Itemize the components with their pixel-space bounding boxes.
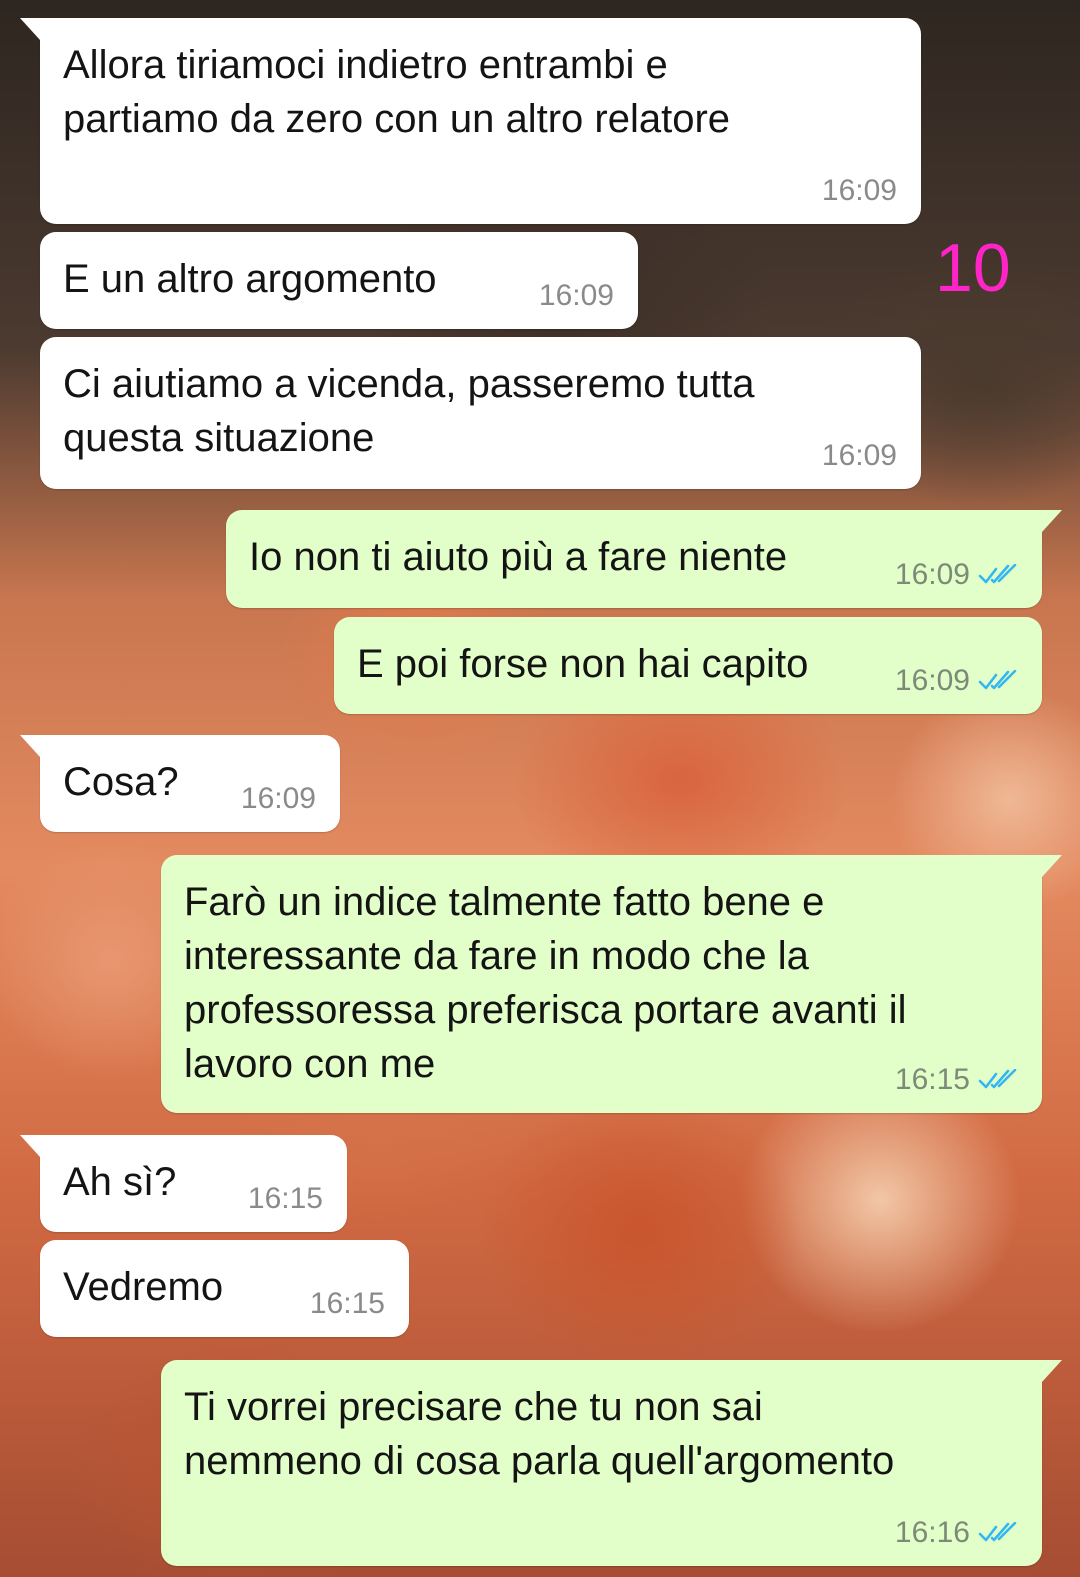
message-meta: 16:09	[822, 439, 897, 473]
message-bubble-incoming[interactable]: Ah sì? 16:15	[20, 1135, 347, 1232]
message-text: Ti vorrei precisare che tu non sai nemme…	[184, 1385, 895, 1483]
message-time: 16:09	[894, 664, 970, 697]
message-time: 16:15	[894, 1063, 970, 1096]
message-bubble-outgoing[interactable]: Farò un indice talmente fatto bene e int…	[161, 855, 1062, 1113]
double-check-read-icon	[978, 564, 1017, 584]
message-text: Io non ti aiuto più a fare niente	[249, 535, 788, 579]
overlay-number: 10	[935, 230, 1011, 306]
message-text: E un altro argomento	[63, 257, 437, 301]
message-bubble-outgoing[interactable]: Ti vorrei precisare che tu non sai nemme…	[161, 1360, 1062, 1566]
message-meta: 16:09	[539, 279, 614, 313]
message-bubble-incoming[interactable]: E un altro argomento 16:09	[40, 232, 638, 329]
message-meta: 16:09	[895, 664, 1018, 698]
message-text: Farò un indice talmente fatto bene e int…	[184, 880, 907, 1086]
message-bubble-outgoing[interactable]: Io non ti aiuto più a fare niente 16:09	[226, 510, 1062, 608]
message-bubble-outgoing[interactable]: E poi forse non hai capito 16:09	[334, 617, 1042, 714]
message-bubble-incoming[interactable]: Cosa? 16:09	[20, 735, 340, 832]
message-time: 16:09	[240, 782, 316, 815]
message-bubble-incoming[interactable]: Allora tiriamoci indietro entrambi e par…	[20, 18, 921, 224]
double-check-read-icon	[978, 1522, 1017, 1542]
message-time: 16:09	[821, 439, 897, 472]
message-text: E poi forse non hai capito	[357, 642, 809, 686]
message-meta: 16:15	[248, 1182, 323, 1216]
message-meta: 16:15	[310, 1287, 385, 1321]
message-meta: 16:09	[241, 782, 316, 816]
message-meta: 16:09	[822, 174, 897, 208]
double-check-read-icon	[978, 1069, 1017, 1089]
message-time: 16:09	[538, 279, 614, 312]
message-meta: 16:15	[895, 1063, 1018, 1097]
message-text: Ah sì?	[63, 1160, 177, 1204]
message-meta: 16:09	[895, 558, 1018, 592]
message-time: 16:15	[247, 1182, 323, 1215]
message-time: 16:09	[821, 174, 897, 207]
message-time: 16:15	[309, 1287, 385, 1320]
message-time: 16:09	[894, 558, 970, 591]
message-time: 16:16	[894, 1516, 970, 1549]
message-text: Cosa?	[63, 760, 179, 804]
chat-wallpaper: Allora tiriamoci indietro entrambi e par…	[0, 0, 1080, 1577]
message-text: Ci aiutiamo a vicenda, passeremo tutta q…	[63, 362, 755, 460]
message-bubble-incoming[interactable]: Vedremo 16:15	[40, 1240, 409, 1337]
message-text: Allora tiriamoci indietro entrambi e par…	[63, 43, 731, 141]
double-check-read-icon	[978, 670, 1017, 690]
message-meta: 16:16	[895, 1516, 1018, 1550]
message-bubble-incoming[interactable]: Ci aiutiamo a vicenda, passeremo tutta q…	[40, 337, 921, 489]
message-text: Vedremo	[63, 1265, 224, 1309]
